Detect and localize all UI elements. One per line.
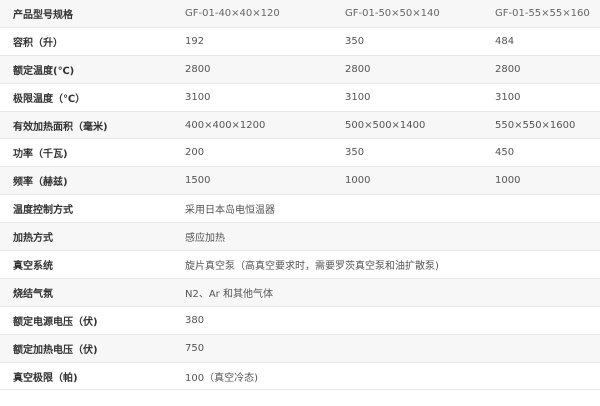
- table-row: 额定温度(℃) 2800 2800 2800: [0, 55, 600, 84]
- header-label: 产品型号规格: [0, 0, 172, 28]
- model-cell: GF-01-40×40×120: [172, 0, 332, 28]
- value-cell: 1000: [482, 166, 600, 196]
- value-cell: 1500: [172, 166, 332, 196]
- value-cell: 450: [482, 138, 600, 168]
- value-cell: 2800: [172, 55, 332, 84]
- value-cell: 3100: [172, 83, 332, 112]
- value-cell: 350: [332, 138, 482, 168]
- value-cell: 400×400×1200: [172, 111, 332, 140]
- row-label: 功率（千瓦): [0, 138, 172, 168]
- value-cell-span: N2、Ar 和其他气体: [172, 278, 600, 307]
- table-row: 极限温度（℃） 3100 3100 3100: [0, 83, 600, 112]
- value-cell: 3100: [332, 83, 482, 112]
- row-label: 额定电源电压（伏): [0, 306, 172, 335]
- value-cell: 192: [172, 27, 332, 56]
- table-row: 额定加热电压（伏) 750: [0, 334, 600, 363]
- table-row: 温度控制方式 采用日本岛电恒温器: [0, 194, 600, 224]
- row-label: 极限温度（℃）: [0, 83, 172, 112]
- value-cell: 500×500×1400: [332, 111, 482, 140]
- value-cell-span: 旋片真空泵（高真空要求时，需要罗茨真空泵和油扩散泵): [172, 250, 600, 279]
- model-cell: GF-01-55×55×160: [482, 0, 600, 28]
- value-cell: 1000: [332, 166, 482, 196]
- table-row: 烧结气氛 N2、Ar 和其他气体: [0, 278, 600, 307]
- row-label: 有效加热面积（毫米): [0, 111, 172, 140]
- row-label: 真空极限（帕): [0, 362, 172, 391]
- row-label: 频率（赫兹): [0, 166, 172, 196]
- row-label: 真空系统: [0, 250, 172, 279]
- value-cell-span: 380: [172, 306, 600, 335]
- row-label: 额定温度(℃): [0, 55, 172, 84]
- row-label: 温度控制方式: [0, 194, 172, 224]
- spec-table: 产品型号规格 GF-01-40×40×120 GF-01-50×50×140 G…: [0, 0, 600, 391]
- spec-table-body: 产品型号规格 GF-01-40×40×120 GF-01-50×50×140 G…: [0, 0, 600, 391]
- value-cell: 2800: [332, 55, 482, 84]
- table-row: 频率（赫兹) 1500 1000 1000: [0, 166, 600, 196]
- value-cell: 484: [482, 27, 600, 56]
- row-label: 额定加热电压（伏): [0, 334, 172, 363]
- value-cell: 350: [332, 27, 482, 56]
- value-cell: 2800: [482, 55, 600, 84]
- value-cell: 550×550×1600: [482, 111, 600, 140]
- row-label: 容积（升）: [0, 27, 172, 56]
- model-cell: GF-01-50×50×140: [332, 0, 482, 28]
- value-cell-span: 感应加热: [172, 222, 600, 252]
- value-cell-span: 采用日本岛电恒温器: [172, 194, 600, 224]
- value-cell-span: 100（真空冷态): [172, 362, 600, 391]
- table-row: 额定电源电压（伏) 380: [0, 306, 600, 335]
- table-row: 真空系统 旋片真空泵（高真空要求时，需要罗茨真空泵和油扩散泵): [0, 250, 600, 279]
- row-label: 加热方式: [0, 222, 172, 252]
- row-label: 烧结气氛: [0, 278, 172, 307]
- value-cell: 3100: [482, 83, 600, 112]
- value-cell-span: 750: [172, 334, 600, 363]
- table-row: 容积（升） 192 350 484: [0, 27, 600, 56]
- table-header-row: 产品型号规格 GF-01-40×40×120 GF-01-50×50×140 G…: [0, 0, 600, 28]
- table-row: 真空极限（帕) 100（真空冷态): [0, 362, 600, 391]
- table-row: 加热方式 感应加热: [0, 222, 600, 252]
- table-row: 有效加热面积（毫米) 400×400×1200 500×500×1400 550…: [0, 111, 600, 140]
- value-cell: 200: [172, 138, 332, 168]
- table-row: 功率（千瓦) 200 350 450: [0, 138, 600, 168]
